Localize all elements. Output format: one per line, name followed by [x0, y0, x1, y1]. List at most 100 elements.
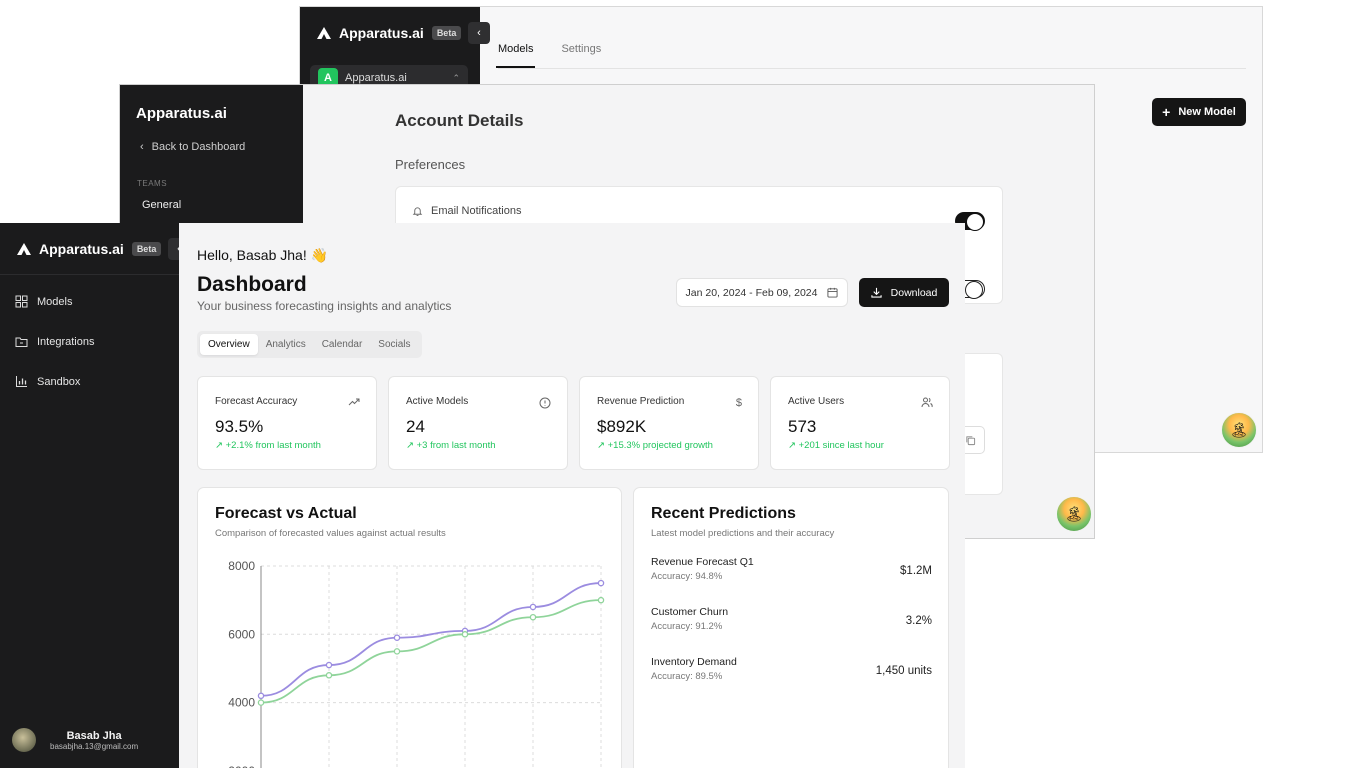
tab-overview[interactable]: Overview — [200, 334, 258, 355]
bell-icon — [412, 206, 423, 217]
stat-title: Active Users — [788, 396, 845, 407]
new-model-button[interactable]: + New Model — [1152, 98, 1246, 126]
sidebar-item-sandbox[interactable]: Sandbox — [15, 375, 80, 388]
prediction-value: 3.2% — [905, 615, 932, 627]
calendar-icon — [827, 287, 839, 298]
date-range-picker[interactable]: Jan 20, 2024 - Feb 09, 2024 — [676, 278, 848, 307]
stat-change-label: +15.3% projected growth — [607, 440, 713, 451]
teams-heading: TEAMS — [137, 179, 168, 188]
sidebar-item-label: Sandbox — [37, 375, 81, 388]
date-range-label: Jan 20, 2024 - Feb 09, 2024 — [685, 286, 818, 299]
models-tabs: Models Settings — [495, 43, 601, 68]
email-notifications-label: Email Notifications — [431, 205, 522, 217]
stat-card-active-models: Active Models 24 ↗ +3 from last month — [388, 376, 568, 470]
greeting: Hello, Basab Jha! 👋 — [197, 247, 329, 263]
prediction-item[interactable]: Customer Churn Accuracy: 91.2% 3.2% — [651, 606, 932, 632]
dollar-icon: $ — [735, 397, 742, 409]
sidebar-item-models[interactable]: Models — [15, 295, 72, 308]
copy-icon — [965, 435, 976, 446]
folder-icon — [15, 335, 28, 348]
sidebar-item-integrations[interactable]: Integrations — [15, 335, 94, 348]
prediction-name: Customer Churn — [651, 606, 729, 618]
download-button[interactable]: Download — [859, 278, 949, 307]
users-icon — [921, 397, 933, 408]
data-point — [257, 699, 265, 706]
dashboard-main: Hello, Basab Jha! 👋 Dashboard Your busin… — [179, 223, 965, 768]
data-point — [461, 631, 469, 638]
logo-icon — [17, 243, 31, 255]
email-notifications-row: Email Notifications — [412, 205, 521, 217]
series-line-1 — [260, 599, 602, 704]
chevron-updown-icon: ⌃ — [452, 72, 460, 83]
user-profile[interactable]: Basab Jha basabjha.13@gmail.com — [12, 728, 138, 752]
arrow-up-right-icon: ↗ — [215, 440, 223, 451]
stat-value: $892K — [597, 417, 647, 436]
card-title: Recent Predictions — [651, 505, 796, 522]
user-email: basabjha.13@gmail.com — [50, 741, 139, 751]
data-point — [393, 648, 401, 655]
logo-icon — [317, 27, 331, 39]
sidebar-divider — [0, 274, 179, 275]
team-item-general[interactable]: General — [142, 199, 181, 211]
collapse-sidebar-button[interactable]: ‹ — [468, 22, 490, 44]
download-icon — [871, 287, 882, 298]
tab-models[interactable]: Models — [495, 43, 536, 68]
forecast-card: Forecast vs Actual Comparison of forecas… — [197, 487, 622, 768]
data-point — [529, 613, 537, 621]
prediction-accuracy: Accuracy: 94.8% — [651, 571, 723, 582]
prediction-item[interactable]: Inventory Demand Accuracy: 89.5% 1,450 u… — [651, 656, 932, 682]
dashboard-tabs: Overview Analytics Calendar Socials — [197, 331, 422, 358]
y-tick-label: 2000 — [228, 764, 255, 768]
prediction-value: $1.2M — [900, 565, 932, 577]
data-point — [529, 603, 537, 611]
grid-icon — [15, 295, 28, 308]
island-icon: 🏝 — [1064, 506, 1084, 523]
island-icon: 🏝 — [1229, 422, 1249, 439]
page-subtitle: Your business forecasting insights and a… — [197, 299, 452, 313]
dashboard-sidebar: Apparatus.ai Beta Models Integrations Sa… — [0, 223, 179, 768]
prediction-accuracy: Accuracy: 91.2% — [651, 621, 723, 632]
data-point — [393, 634, 401, 641]
arrow-up-right-icon: ↗ — [406, 440, 414, 451]
user-avatar-emoji[interactable]: 🏝 — [1056, 496, 1092, 532]
user-avatar-emoji[interactable]: 🏝 — [1221, 412, 1257, 448]
tab-calendar[interactable]: Calendar — [314, 334, 371, 355]
sidebar-item-label: Models — [37, 295, 73, 308]
stat-change: ↗ +201 since last hour — [788, 440, 884, 451]
y-tick-label: 8000 — [228, 559, 255, 573]
stat-value: 93.5% — [215, 417, 264, 436]
tab-settings[interactable]: Settings — [561, 43, 601, 55]
arrow-up-right-icon: ↗ — [788, 440, 796, 451]
data-point — [597, 579, 605, 587]
card-title: Forecast vs Actual — [215, 505, 357, 522]
avatar — [12, 728, 36, 752]
card-subtitle: Comparison of forecasted values against … — [215, 528, 446, 539]
arrow-up-right-icon: ↗ — [597, 440, 605, 451]
stat-card-active-users: Active Users 573 ↗ +201 since last hour — [770, 376, 950, 470]
stat-card-forecast-accuracy: Forecast Accuracy 93.5% ↗ +2.1% from las… — [197, 376, 377, 470]
download-label: Download — [890, 286, 938, 299]
tab-analytics[interactable]: Analytics — [258, 334, 314, 355]
y-tick-label: 4000 — [228, 696, 255, 710]
sidebar-item-label: Integrations — [37, 335, 95, 348]
prediction-name: Revenue Forecast Q1 — [651, 556, 754, 568]
y-tick-label: 6000 — [228, 627, 255, 641]
app-name: Apparatus.ai — [339, 25, 424, 41]
stat-change: ↗ +2.1% from last month — [215, 440, 321, 451]
data-point — [325, 672, 333, 679]
stat-change-label: +2.1% from last month — [225, 440, 321, 451]
stat-value: 573 — [788, 417, 817, 436]
sidebar-logo: Apparatus.ai Beta — [17, 241, 162, 257]
tab-socials[interactable]: Socials — [370, 334, 418, 355]
beta-badge: Beta — [131, 242, 162, 256]
stat-title: Revenue Prediction — [597, 396, 685, 407]
beta-badge: Beta — [431, 26, 462, 40]
page-title: Dashboard — [197, 273, 307, 296]
back-to-dashboard-link[interactable]: ‹ Back to Dashboard — [140, 141, 245, 153]
new-model-label: New Model — [1178, 106, 1236, 118]
bar-chart-icon — [15, 375, 28, 388]
prediction-item[interactable]: Revenue Forecast Q1 Accuracy: 94.8% $1.2… — [651, 556, 932, 582]
stat-change-label: +201 since last hour — [798, 440, 884, 451]
back-label: Back to Dashboard — [151, 141, 246, 153]
data-point — [597, 596, 605, 604]
